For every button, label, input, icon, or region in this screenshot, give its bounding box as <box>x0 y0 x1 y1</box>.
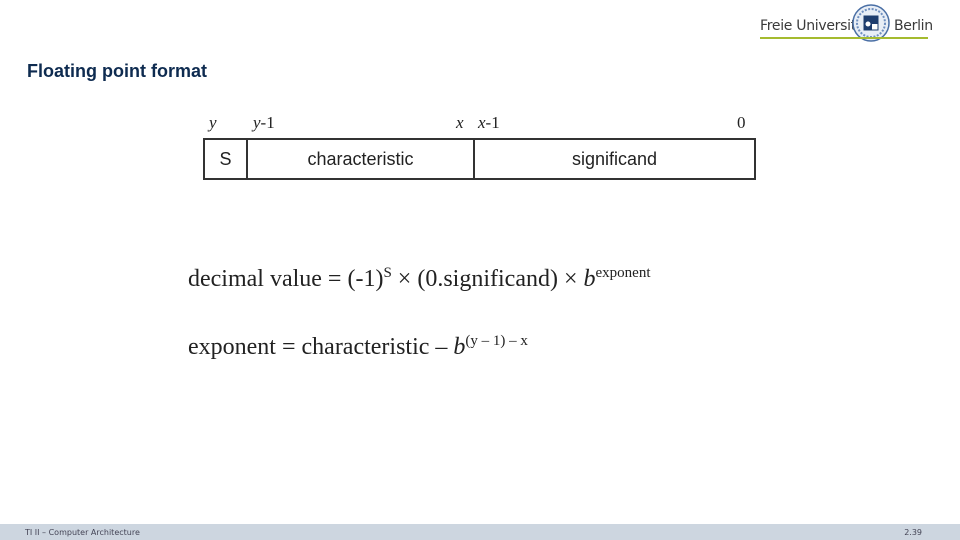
logo-text-right: Berlin <box>894 18 933 34</box>
decimal-value-formula: decimal value = (-1)S × (0.significand) … <box>188 265 650 293</box>
formula1-mid: × (0.significand) × <box>391 266 584 292</box>
sign-field: S <box>205 140 248 178</box>
footer-course: TI II – Computer Architecture <box>25 528 140 537</box>
formula1-base: b <box>583 266 596 292</box>
significand-field-label: significand <box>571 148 658 169</box>
bit-label-x-minus-1-var: x <box>478 113 486 132</box>
characteristic-field-label: characteristic <box>307 148 414 169</box>
bit-label-zero: 0 <box>737 113 746 132</box>
bit-label-y-minus-1-suffix: -1 <box>260 113 275 132</box>
university-logo: Freie Universität Berlin <box>760 4 933 42</box>
logo-underline <box>760 37 928 39</box>
footer-bar: TI II – Computer Architecture 2.39 <box>0 524 960 540</box>
formula1-lhs: decimal value = (-1) <box>188 266 384 292</box>
formula2-base: b <box>453 334 466 360</box>
significand-field: significand <box>475 140 754 178</box>
bit-label-y-var: y <box>209 113 217 132</box>
formula2-lhs: exponent = characteristic – <box>188 334 454 360</box>
float-format-diagram: S characteristic significand <box>203 138 756 180</box>
bit-label-x: x <box>456 113 464 133</box>
bit-label-x-var: x <box>456 113 464 132</box>
formula2-exponent: (y – 1) – x <box>465 333 528 349</box>
formula1-sign-exponent: S <box>383 265 392 281</box>
exponent-formula: exponent = characteristic – b(y – 1) – x <box>188 333 528 361</box>
slide-title: Floating point format <box>27 61 207 81</box>
bit-label-y: y <box>209 113 217 133</box>
bit-label-x-minus-1-suffix: -1 <box>485 113 500 132</box>
characteristic-field: characteristic <box>248 140 475 178</box>
bit-label-y-minus-1-var: y <box>253 113 261 132</box>
bit-label-x-minus-1: x-1 <box>478 113 500 133</box>
formula1-exponent: exponent <box>595 265 651 281</box>
sign-field-label: S <box>219 148 232 169</box>
footer-page-number: 2.39 <box>904 528 922 537</box>
bit-label-y-minus-1: y-1 <box>253 113 275 133</box>
